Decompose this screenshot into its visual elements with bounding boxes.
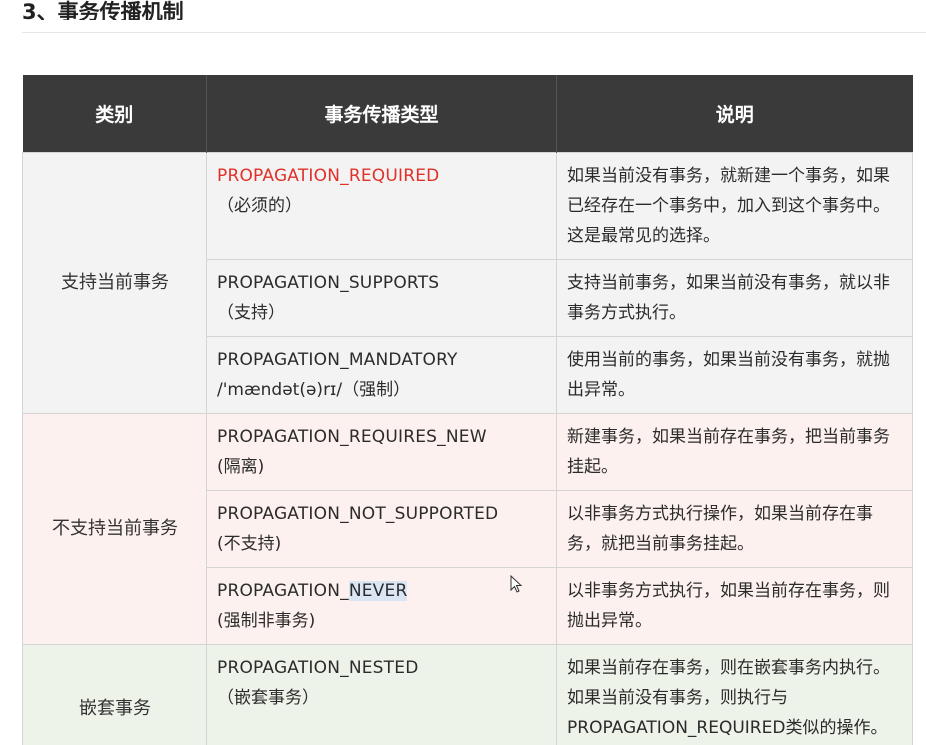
propagation-note: (隔离) <box>217 457 265 477</box>
table-row: 不支持当前事务 PROPAGATION_REQUIRES_NEW (隔离) 新建… <box>22 413 913 645</box>
type-cell: PROPAGATION_NOT_SUPPORTED (不支持) <box>206 490 557 568</box>
propagation-note: （支持） <box>217 303 285 323</box>
type-cell: PROPAGATION_SUPPORTS （支持） <box>206 259 557 337</box>
heading-divider <box>22 32 926 33</box>
mouse-pointer-icon <box>510 575 523 593</box>
header-type: 事务传播类型 <box>206 75 557 153</box>
description-cell: 支持当前事务，如果当前没有事务，就以非事务方式执行。 <box>556 259 913 337</box>
section-heading: 3、事务传播机制 <box>22 0 184 20</box>
propagation-name: PROPAGATION_REQUIRES_NEW <box>217 427 487 447</box>
type-cell: PROPAGATION_NESTED （嵌套事务） <box>206 644 557 745</box>
type-cell: PROPAGATION_REQUIRED （必须的） <box>206 152 557 260</box>
category-support: 支持当前事务 <box>22 152 207 414</box>
table-row: 支持当前事务 PROPAGATION_REQUIRED （必须的） 如果当前没有… <box>22 152 913 414</box>
table-row: 嵌套事务 PROPAGATION_NESTED （嵌套事务） 如果当前存在事务，… <box>22 644 913 745</box>
propagation-name: PROPAGATION_SUPPORTS <box>217 273 440 293</box>
type-cell: PROPAGATION_REQUIRES_NEW (隔离) <box>206 413 557 491</box>
description-cell: 如果当前存在事务，则在嵌套事务内执行。如果当前没有事务，则执行与PROPAGAT… <box>556 644 913 745</box>
propagation-name-prefix: PROPAGATION_ <box>217 581 349 601</box>
propagation-note: /'mændət(ə)rɪ/（强制） <box>217 380 411 400</box>
selected-text-highlight[interactable]: NEVER <box>348 581 408 601</box>
propagation-name: PROPAGATION_NEVER <box>217 576 547 606</box>
document-page: 3、事务传播机制 类别 事务传播类型 说明 支持当前事务 PROPAGATION… <box>0 0 926 745</box>
type-cell: PROPAGATION_MANDATORY /'mændət(ə)rɪ/（强制） <box>206 336 557 414</box>
propagation-note: （必须的） <box>217 196 302 216</box>
header-description: 说明 <box>556 75 913 153</box>
header-category: 类别 <box>22 75 207 153</box>
propagation-name: PROPAGATION_REQUIRED <box>217 166 440 186</box>
type-cell: PROPAGATION_NEVER (强制非事务) <box>206 567 557 645</box>
propagation-name: PROPAGATION_NESTED <box>217 658 419 678</box>
propagation-note: （嵌套事务） <box>217 688 319 708</box>
propagation-name: PROPAGATION_NOT_SUPPORTED <box>217 504 499 524</box>
table-header-row: 类别 事务传播类型 说明 <box>22 75 913 153</box>
description-cell: 以非事务方式执行操作，如果当前存在事务，就把当前事务挂起。 <box>556 490 913 568</box>
propagation-note: (不支持) <box>217 534 282 554</box>
description-cell: 使用当前的事务，如果当前没有事务，就抛出异常。 <box>556 336 913 414</box>
description-cell: 如果当前没有事务，就新建一个事务，如果已经存在一个事务中，加入到这个事务中。这是… <box>556 152 913 260</box>
category-nested: 嵌套事务 <box>22 644 207 745</box>
category-nosupport: 不支持当前事务 <box>22 413 207 645</box>
description-cell: 新建事务，如果当前存在事务，把当前事务挂起。 <box>556 413 913 491</box>
propagation-name: PROPAGATION_MANDATORY <box>217 350 458 370</box>
propagation-note: (强制非事务) <box>217 611 316 631</box>
description-cell: 以非事务方式执行，如果当前存在事务，则抛出异常。 <box>556 567 913 645</box>
propagation-table: 类别 事务传播类型 说明 支持当前事务 PROPAGATION_REQUIRED… <box>22 75 913 745</box>
